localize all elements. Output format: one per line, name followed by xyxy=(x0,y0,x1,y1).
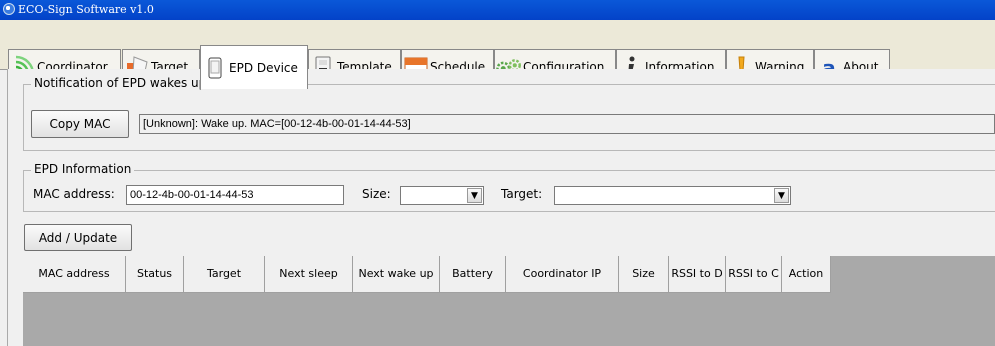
epd-device-table[interactable]: MAC address Status Target Next sleep Nex… xyxy=(23,256,995,346)
wakeup-message-field: [Unknown]: Wake up. MAC=[00-12-4b-00-01-… xyxy=(139,114,995,134)
column-header-status[interactable]: Status xyxy=(126,256,184,293)
mac-address-input[interactable]: 00-12-4b-00-01-14-44-53 xyxy=(126,185,344,205)
mac-address-label: MAC address: xyxy=(33,187,115,201)
target-label: Target: xyxy=(501,187,543,201)
column-header-next-wake-up[interactable]: Next wake up xyxy=(353,256,440,293)
column-header-target[interactable]: Target xyxy=(184,256,265,293)
tab-label: EPD Device xyxy=(229,60,298,75)
titlebar: ECO-Sign Software v1.0 xyxy=(0,0,995,20)
epd-device-icon xyxy=(201,54,229,82)
chevron-down-icon[interactable]: ▼ xyxy=(774,188,789,203)
tab-epd-device[interactable]: EPD Device xyxy=(200,45,308,89)
window-title: ECO-Sign Software v1.0 xyxy=(18,3,154,16)
column-header-coordinator-ip[interactable]: Coordinator IP xyxy=(506,256,619,293)
tab-strip: Coordinator Target EPD Device Template S… xyxy=(0,20,995,89)
copy-mac-button[interactable]: Copy MAC xyxy=(31,110,129,138)
notification-legend: Notification of EPD wakes up xyxy=(31,76,210,90)
column-header-rssi-to-c[interactable]: RSSI to C xyxy=(726,256,782,293)
size-select[interactable]: ▼ xyxy=(400,186,484,205)
target-select[interactable]: ▼ xyxy=(554,186,791,205)
add-update-button[interactable]: Add / Update xyxy=(24,224,132,251)
column-header-mac-address[interactable]: MAC address xyxy=(23,256,126,293)
column-header-size[interactable]: Size xyxy=(619,256,669,293)
chevron-down-icon[interactable]: ▼ xyxy=(467,188,482,203)
app-icon xyxy=(3,3,15,15)
column-header-battery[interactable]: Battery xyxy=(440,256,506,293)
column-header-rssi-to-d[interactable]: RSSI to D xyxy=(669,256,726,293)
column-header-next-sleep[interactable]: Next sleep xyxy=(265,256,353,293)
table-header: MAC address Status Target Next sleep Nex… xyxy=(23,256,831,293)
column-header-action[interactable]: Action xyxy=(782,256,831,293)
size-label: Size: xyxy=(362,187,391,201)
epd-information-legend: EPD Information xyxy=(31,162,135,176)
